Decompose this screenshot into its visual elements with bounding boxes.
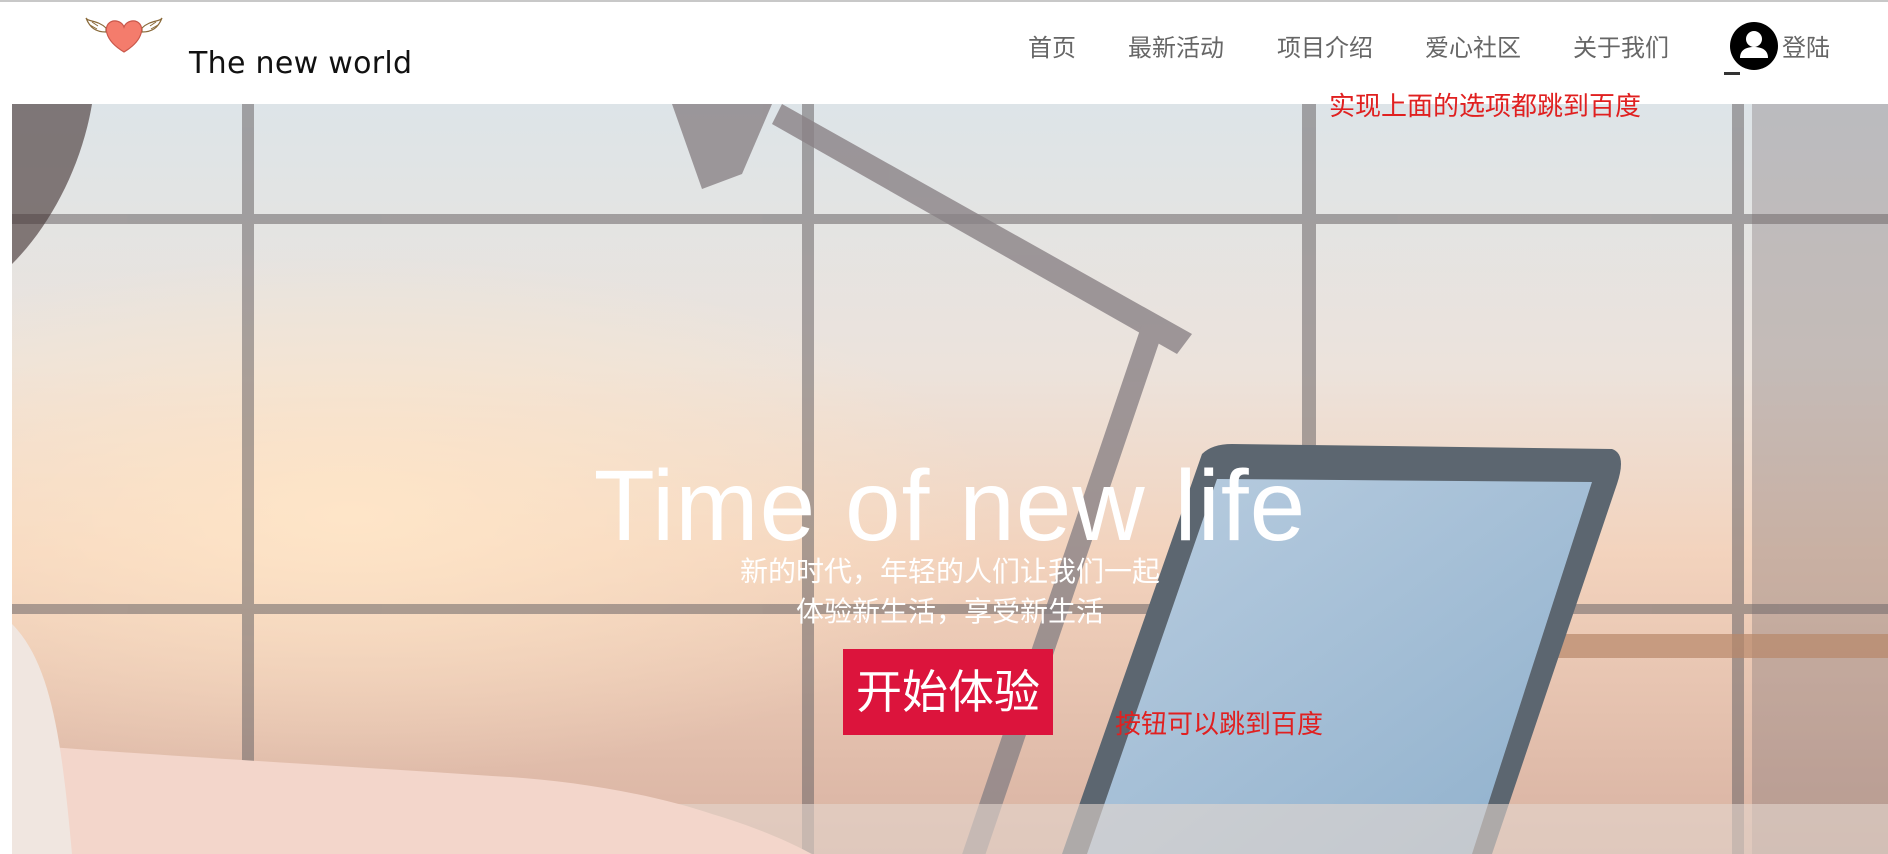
hero-banner: Time of new life 新的时代，年轻的人们让我们一起 体验新生活，享… bbox=[12, 104, 1888, 854]
hero-subtitle-line2: 体验新生活，享受新生活 bbox=[795, 595, 1104, 628]
hero-title: Time of new life bbox=[593, 450, 1307, 562]
button-annotation: 按钮可以跳到百度 bbox=[1115, 710, 1324, 740]
nav-item-home[interactable]: 首页 bbox=[1028, 30, 1076, 66]
dropdown-caret bbox=[1724, 72, 1740, 75]
hero-subtitle-line1: 新的时代，年轻的人们让我们一起 bbox=[739, 555, 1160, 588]
nav-item-community[interactable]: 爱心社区 bbox=[1425, 30, 1521, 66]
start-experience-button[interactable]: 开始体验 bbox=[843, 649, 1053, 735]
login-label[interactable]: 登陆 bbox=[1782, 30, 1830, 66]
nav-item-projects[interactable]: 项目介绍 bbox=[1277, 30, 1373, 66]
login-button[interactable]: 登陆 bbox=[1728, 20, 1848, 72]
nav-annotation: 实现上面的选项都跳到百度 bbox=[1329, 92, 1642, 122]
nav-item-about[interactable]: 关于我们 bbox=[1573, 30, 1669, 66]
main-nav: 首页 最新活动 项目介绍 爱心社区 关于我们 bbox=[0, 30, 1888, 70]
nav-item-latest-events[interactable]: 最新活动 bbox=[1128, 30, 1224, 66]
user-avatar-icon bbox=[1730, 22, 1778, 70]
